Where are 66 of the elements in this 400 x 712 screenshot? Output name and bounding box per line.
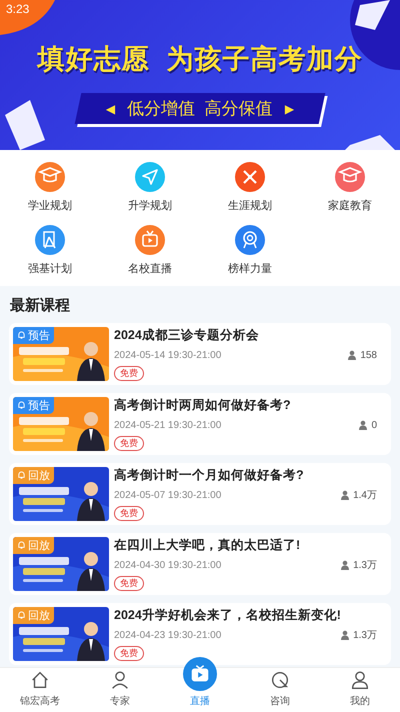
left-arrow: ◀	[106, 101, 116, 115]
person-icon	[358, 420, 368, 430]
paper-sheet	[355, 0, 390, 30]
viewer-count: 158	[360, 350, 377, 360]
section-title: 最新课程	[9, 296, 71, 316]
shortcut-label: 生涯规划	[228, 199, 272, 213]
shortcut-label: 升学规划	[128, 199, 172, 213]
paper-sheet	[5, 100, 45, 150]
shortcut-label: 学业规划	[28, 199, 72, 213]
course-card[interactable]: 回放 高考倒计时一个月如何做好备考? 2024-05-07 19:30-21:00 1.4万 免费	[9, 463, 391, 525]
shortcut-item[interactable]: 家庭教育	[300, 162, 400, 213]
person-icon	[347, 350, 358, 360]
course-title: 2024成都三诊专题分析会	[114, 327, 260, 344]
viewer-count: 1.4万	[353, 489, 377, 502]
status-time: 3:23	[6, 2, 30, 16]
course-card[interactable]: 回放 2024升学好机会来了，名校招生新变化! 2024-04-23 19:30-21:00 1.3万 免费	[9, 603, 391, 665]
price-tag: 免费	[114, 436, 144, 451]
tab-item[interactable]: 咨询	[240, 668, 320, 712]
tab-item[interactable]: 我的	[320, 668, 400, 712]
price-tag: 免费	[114, 646, 144, 661]
course-title: 2024升学好机会来了，名校招生新变化!	[114, 607, 342, 624]
status-badge: 回放	[13, 467, 54, 484]
cursor-icon	[269, 669, 291, 691]
course-time: 2024-04-30 19:30-21:00	[114, 560, 222, 570]
banner[interactable]: 3:23 填好志愿 为孩子高考加分 ◀ 低分增值 高分保值 ▶	[0, 0, 400, 150]
shortcut-label: 名校直播	[128, 262, 172, 276]
shortcut-label: 家庭教育	[328, 198, 372, 213]
right-arrow: ▶	[284, 101, 294, 115]
person-icon	[340, 490, 350, 500]
course-title: 高考倒计时两周如何做好备考?	[114, 397, 292, 414]
shortcut-item[interactable]: 生涯规划	[200, 162, 300, 213]
person-icon	[340, 630, 350, 640]
tab-item[interactable]: 专家	[80, 668, 160, 712]
course-time: 2024-04-23 19:30-21:00	[114, 630, 222, 640]
status-badge: 预告	[13, 327, 54, 344]
viewer-count: 0	[371, 420, 377, 430]
course-time: 2024-05-07 19:30-21:00	[114, 490, 222, 500]
person-icon	[340, 560, 350, 570]
course-title: 高考倒计时一个月如何做好备考?	[114, 467, 305, 484]
shortcut-label: 榜样力量	[228, 262, 272, 276]
person-icon	[109, 669, 131, 691]
course-card[interactable]: 预告 高考倒计时两周如何做好备考? 2024-05-21 19:30-21:00 0 免费	[9, 393, 391, 455]
tab-item[interactable]: 锦宏高考	[0, 668, 80, 712]
price-tag: 免费	[114, 366, 144, 381]
shortcut-item[interactable]: 学业规划	[0, 162, 100, 213]
status-badge: 回放	[13, 537, 54, 554]
status-badge: 预告	[13, 397, 54, 414]
status-badge: 回放	[13, 607, 54, 624]
viewer-count: 1.3万	[353, 559, 377, 572]
shortcut-label: 强基计划	[28, 262, 72, 276]
shortcut-item[interactable]: 升学规划	[100, 162, 200, 213]
price-tag: 免费	[114, 506, 144, 521]
viewer-count: 1.3万	[353, 629, 377, 642]
course-card[interactable]: 预告 2024成都三诊专题分析会 2024-05-14 19:30-21:00 158 免费	[9, 323, 391, 385]
banner-headline: 填好志愿 为孩子高考加分	[37, 42, 362, 76]
course-time: 2024-05-21 19:30-21:00	[114, 420, 222, 430]
course-time: 2024-05-14 19:30-21:00	[114, 350, 222, 360]
shortcut-item[interactable]: 名校直播	[100, 225, 200, 276]
person-icon	[349, 669, 371, 691]
price-tag: 免费	[114, 576, 144, 591]
banner-slogan: 低分增值 高分保值	[127, 98, 273, 120]
shortcut-item[interactable]: 强基计划	[0, 225, 100, 276]
course-card[interactable]: 回放 在四川上大学吧，真的太巴适了! 2024-04-30 19:30-21:00 1.3万 免费	[9, 533, 391, 595]
corner-shape	[0, 0, 55, 35]
shortcut-item[interactable]: 榜样力量	[200, 225, 300, 276]
course-title: 在四川上大学吧，真的太巴适了!	[114, 537, 302, 554]
